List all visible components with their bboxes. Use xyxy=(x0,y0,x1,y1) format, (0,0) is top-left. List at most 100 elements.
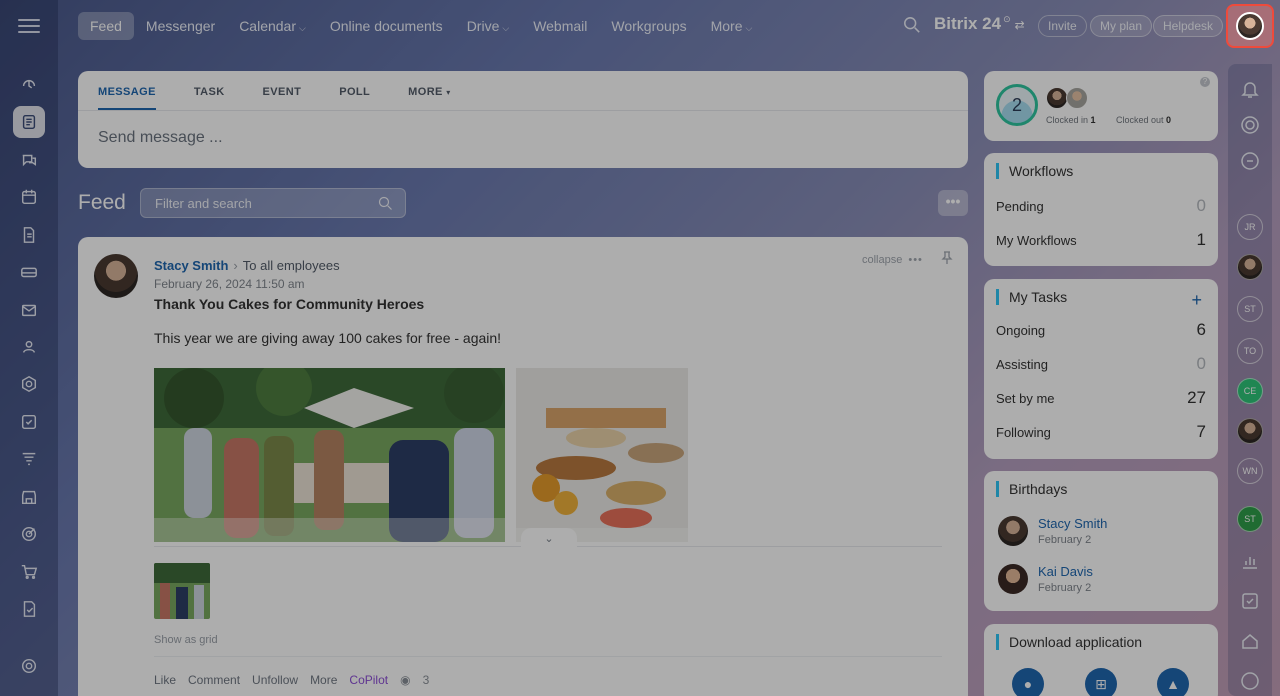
nav-messenger[interactable]: Messenger xyxy=(134,12,227,40)
post-body: This year we are giving away 100 cakes f… xyxy=(154,330,502,346)
feed-menu-button[interactable]: ••• xyxy=(938,190,968,216)
tab-event[interactable]: EVENT xyxy=(263,84,302,98)
my-plan-button[interactable]: My plan xyxy=(1090,15,1153,37)
mail-icon[interactable] xyxy=(13,294,45,326)
filter-placeholder: Filter and search xyxy=(155,196,252,211)
show-as-grid-link[interactable]: Show as grid xyxy=(154,634,218,646)
messenger-icon[interactable] xyxy=(13,144,45,176)
contact-avatar[interactable]: CE xyxy=(1237,378,1263,404)
chart-icon[interactable] xyxy=(1239,550,1261,572)
expand-chevron-icon[interactable]: ⌄ xyxy=(521,528,577,548)
birthday-item[interactable]: Kai Davis February 2 xyxy=(984,555,1218,603)
tab-more[interactable]: MORE ▾ xyxy=(408,84,451,98)
cart-icon[interactable] xyxy=(13,556,45,588)
search-icon xyxy=(378,196,392,210)
linux-icon[interactable]: ▲ xyxy=(1157,668,1189,696)
windows-icon[interactable]: ⊞ xyxy=(1085,668,1117,696)
helpdesk-button[interactable]: Helpdesk xyxy=(1153,15,1224,37)
tasks-title[interactable]: My Tasks xyxy=(996,289,1218,305)
clocked-count-badge[interactable]: 2 xyxy=(996,84,1038,126)
download-title: Download application xyxy=(996,634,1218,650)
views-counter[interactable]: ◉ 3 xyxy=(400,673,441,687)
nav-calendar[interactable]: Calendar ⌵ xyxy=(227,12,318,40)
party-photo-image[interactable] xyxy=(154,368,505,542)
calendar-icon[interactable] xyxy=(13,181,45,213)
task-row-set-by-me[interactable]: Set by me 27 xyxy=(984,381,1218,415)
nav-workgroups[interactable]: Workgroups xyxy=(599,12,698,40)
nav-feed[interactable]: Feed xyxy=(78,12,134,40)
author-link[interactable]: Stacy Smith xyxy=(154,258,228,273)
task-row-assisting[interactable]: Assisting 0 xyxy=(984,347,1218,381)
tasks-check-icon[interactable] xyxy=(1239,590,1261,612)
pin-icon[interactable] xyxy=(940,251,954,265)
menu-icon[interactable] xyxy=(18,16,40,36)
birthday-name[interactable]: Kai Davis xyxy=(1038,564,1093,579)
search-icon[interactable] xyxy=(903,16,921,34)
help-icon[interactable]: ? xyxy=(1200,77,1210,87)
documents-icon[interactable] xyxy=(13,219,45,251)
nav-drive[interactable]: Drive ⌵ xyxy=(455,12,522,40)
contact-avatar[interactable]: ST xyxy=(1237,296,1263,322)
birthdays-title[interactable]: Birthdays xyxy=(996,481,1218,497)
task-row-ongoing[interactable]: Ongoing 6 xyxy=(984,313,1218,347)
sales-funnel-icon[interactable] xyxy=(13,443,45,475)
contact-avatar[interactable] xyxy=(1237,418,1263,444)
author-avatar[interactable] xyxy=(94,254,138,298)
divider xyxy=(154,656,942,657)
contact-avatar[interactable] xyxy=(1237,254,1263,280)
group-icon[interactable] xyxy=(1239,670,1261,692)
copilot-icon[interactable] xyxy=(1239,114,1261,136)
forms-icon[interactable] xyxy=(13,593,45,625)
store-icon[interactable] xyxy=(13,481,45,513)
workflow-row-pending[interactable]: Pending 0 xyxy=(984,189,1218,223)
nav-more[interactable]: More ⌵ xyxy=(699,12,765,40)
birthday-name[interactable]: Stacy Smith xyxy=(1038,516,1107,531)
task-row-following[interactable]: Following 7 xyxy=(984,415,1218,449)
marketing-icon[interactable] xyxy=(13,518,45,550)
contact-avatar[interactable]: JR xyxy=(1237,214,1263,240)
workflows-title[interactable]: Workflows xyxy=(996,163,1218,179)
workgroups-icon[interactable] xyxy=(13,331,45,363)
contact-avatar[interactable]: ST xyxy=(1237,506,1263,532)
feed-icon[interactable] xyxy=(13,106,45,138)
settings-gear-icon[interactable] xyxy=(13,650,45,682)
nav-label: More xyxy=(710,18,743,34)
brand-logo[interactable]: Bitrix 24 ⊙ ⇄ xyxy=(934,14,1025,34)
pulse-icon[interactable] xyxy=(13,70,45,102)
add-task-button[interactable]: + xyxy=(1191,290,1202,311)
invite-button[interactable]: Invite xyxy=(1038,15,1087,37)
drive-icon[interactable] xyxy=(13,256,45,288)
post-date[interactable]: February 26, 2024 11:50 am xyxy=(154,277,305,291)
filter-search-input[interactable]: Filter and search xyxy=(140,188,406,218)
home-icon[interactable] xyxy=(1239,630,1261,652)
tab-message[interactable]: MESSAGE xyxy=(98,84,156,110)
tasks-icon[interactable] xyxy=(13,406,45,438)
collapse-label: collapse xyxy=(862,254,903,266)
send-message-input[interactable]: Send message ... xyxy=(98,129,223,147)
user-profile-button[interactable] xyxy=(1226,4,1274,48)
collapse-control[interactable]: collapse ••• xyxy=(862,254,923,266)
like-button[interactable]: Like xyxy=(154,673,176,687)
chat-search-icon[interactable] xyxy=(1239,150,1261,172)
copilot-button[interactable]: CoPilot xyxy=(349,673,388,687)
birthday-info: Stacy Smith February 2 xyxy=(1038,516,1107,546)
crm-icon[interactable] xyxy=(13,368,45,400)
birthday-item[interactable]: Stacy Smith February 2 xyxy=(984,507,1218,555)
workflow-row-my-workflows[interactable]: My Workflows 1 xyxy=(984,223,1218,257)
tab-task[interactable]: TASK xyxy=(194,84,225,98)
notifications-bell-icon[interactable] xyxy=(1239,78,1261,100)
nav-webmail[interactable]: Webmail xyxy=(521,12,599,40)
tab-poll[interactable]: POLL xyxy=(339,84,370,98)
cakes-photo-image[interactable] xyxy=(516,368,688,542)
more-icon[interactable]: ••• xyxy=(908,254,923,266)
clocked-out-text: Clocked out xyxy=(1116,115,1164,125)
timeman-widget[interactable]: 2 Clocked in 1 Clocked out 0 ? xyxy=(984,71,1218,141)
contact-avatar[interactable]: TO xyxy=(1237,338,1263,364)
attachment-thumbnail-image[interactable] xyxy=(154,563,210,619)
contact-avatar[interactable]: WN xyxy=(1237,458,1263,484)
comment-button[interactable]: Comment xyxy=(188,673,240,687)
nav-online-documents[interactable]: Online documents xyxy=(318,12,455,40)
apple-icon[interactable]: ● xyxy=(1012,668,1044,696)
more-button[interactable]: More xyxy=(310,673,337,687)
unfollow-button[interactable]: Unfollow xyxy=(252,673,298,687)
